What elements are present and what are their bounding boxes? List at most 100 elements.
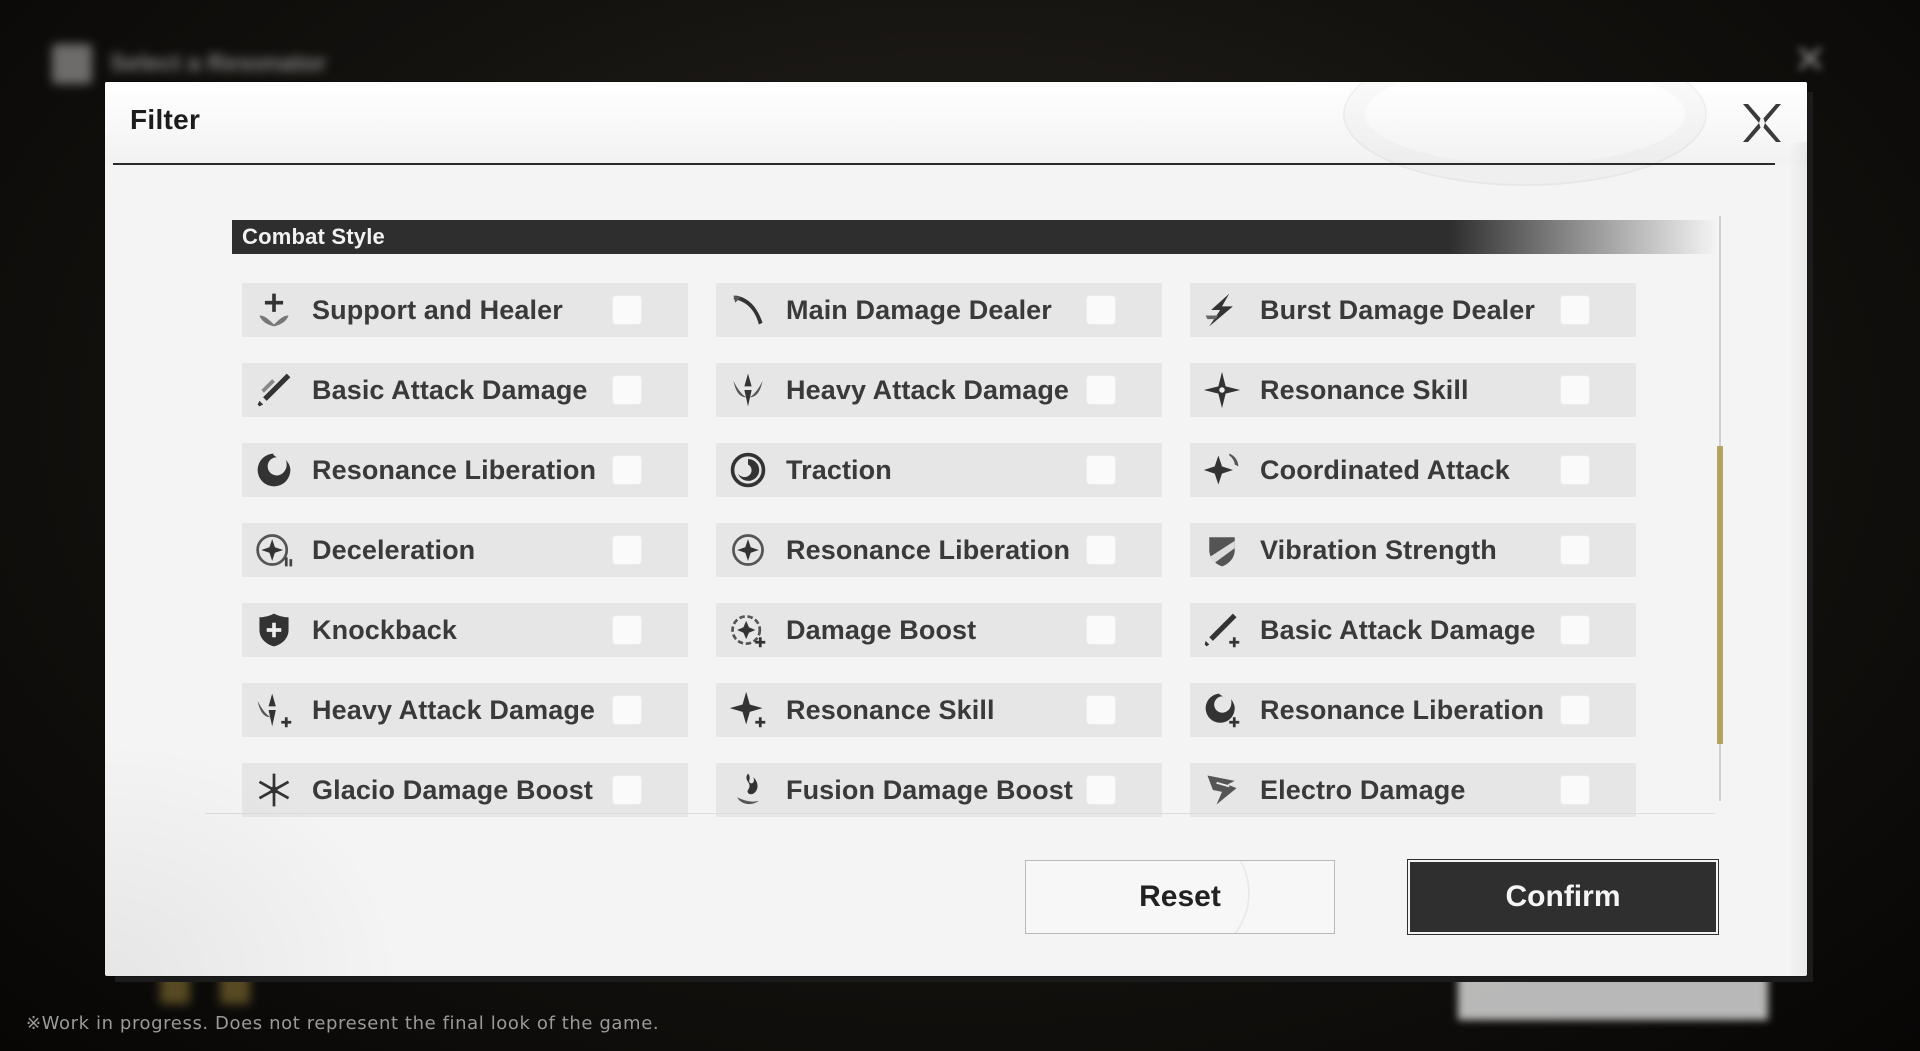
filter-option-label: Resonance Skill <box>1260 374 1469 405</box>
filter-option-checkbox[interactable] <box>1086 775 1116 805</box>
filter-option-checkbox[interactable] <box>612 375 642 405</box>
filter-option[interactable]: Support and Healer <box>242 283 688 337</box>
filter-option-label: Heavy Attack Damage <box>312 694 596 725</box>
filter-option[interactable]: Burst Damage Dealer <box>1190 283 1636 337</box>
footer-divider <box>205 813 1715 814</box>
filter-option[interactable]: Resonance Liberation <box>716 523 1162 577</box>
filter-option-label: Burst Damage Dealer <box>1260 294 1536 325</box>
filter-option-checkbox[interactable] <box>1560 775 1590 805</box>
filter-option-label: Vibration Strength <box>1260 534 1497 565</box>
filter-option-checkbox[interactable] <box>1560 615 1590 645</box>
filter-option-checkbox[interactable] <box>1086 375 1116 405</box>
filter-option[interactable]: Heavy Attack Damage <box>716 363 1162 417</box>
filter-option-checkbox[interactable] <box>1086 615 1116 645</box>
close-button[interactable] <box>1737 98 1787 148</box>
options-scroll-area[interactable]: Support and Healer Main Damage Dealer Burs… <box>232 257 1732 881</box>
filter-option[interactable]: Electro Damage <box>1190 763 1636 817</box>
deceleration-icon <box>252 528 296 572</box>
filter-option-checkbox[interactable] <box>612 535 642 565</box>
filter-option-label: Deceleration <box>312 534 476 565</box>
header-decoration <box>1343 82 1707 186</box>
filter-option[interactable]: Main Damage Dealer <box>716 283 1162 337</box>
header-divider <box>113 163 1775 165</box>
support-healer-icon <box>252 288 296 332</box>
fusion-icon <box>726 768 770 812</box>
filter-option-label: Heavy Attack Damage <box>786 374 1070 405</box>
filter-option-checkbox[interactable] <box>612 455 642 485</box>
filter-option-label: Electro Damage <box>1260 774 1466 805</box>
background-close-icon: ✕ <box>1793 38 1827 82</box>
filter-option[interactable]: Fusion Damage Boost <box>716 763 1162 817</box>
filter-option-checkbox[interactable] <box>1560 535 1590 565</box>
filter-option-checkbox[interactable] <box>612 295 642 325</box>
basic-attack-icon <box>252 368 296 412</box>
background-title-text: Select a Resonator <box>110 50 327 77</box>
filter-option-checkbox[interactable] <box>1086 295 1116 325</box>
heavy-attack-plus-icon <box>252 688 296 732</box>
burst-damage-icon <box>1200 288 1244 332</box>
filter-option[interactable]: Traction <box>716 443 1162 497</box>
filter-option-checkbox[interactable] <box>1560 295 1590 325</box>
filter-option-label: Traction <box>786 454 892 485</box>
filter-option-label: Main Damage Dealer <box>786 294 1052 325</box>
coordinated-attack-icon <box>1200 448 1244 492</box>
filter-option-checkbox[interactable] <box>612 615 642 645</box>
corner-texture <box>105 736 405 976</box>
filter-option-checkbox[interactable] <box>1086 455 1116 485</box>
basic-attack-plus-icon <box>1200 608 1244 652</box>
filter-option-label: Resonance Liberation <box>786 534 1071 565</box>
filter-option-label: Support and Healer <box>312 294 563 325</box>
resonance-liberation-icon <box>252 448 296 492</box>
confirm-button[interactable]: Confirm <box>1407 859 1719 935</box>
resonance-liberation-alt-icon <box>726 528 770 572</box>
resonance-skill-icon <box>1200 368 1244 412</box>
filter-option-label: Basic Attack Damage <box>1260 614 1536 645</box>
scrollbar-thumb[interactable] <box>1717 446 1723 744</box>
filter-option[interactable]: Heavy Attack Damage <box>242 683 688 737</box>
filter-option-label: Resonance Liberation <box>1260 694 1545 725</box>
heavy-attack-icon <box>726 368 770 412</box>
vibration-strength-icon <box>1200 528 1244 572</box>
filter-option[interactable]: Basic Attack Damage <box>242 363 688 417</box>
resonance-liberation-plus-icon <box>1200 688 1244 732</box>
filter-option-label: Basic Attack Damage <box>312 374 588 405</box>
filter-option[interactable]: Vibration Strength <box>1190 523 1636 577</box>
filter-option[interactable]: Knockback <box>242 603 688 657</box>
filter-option-checkbox[interactable] <box>612 775 642 805</box>
dialog-header: Filter <box>105 82 1807 186</box>
confirm-button-label: Confirm <box>1505 880 1621 913</box>
filter-option[interactable]: Basic Attack Damage <box>1190 603 1636 657</box>
reset-button[interactable]: Reset <box>1025 860 1335 934</box>
filter-option-checkbox[interactable] <box>1560 455 1590 485</box>
filter-option-checkbox[interactable] <box>1560 375 1590 405</box>
filter-option[interactable]: Resonance Skill <box>716 683 1162 737</box>
knockback-icon <box>252 608 296 652</box>
reset-button-label: Reset <box>1139 880 1221 913</box>
resonator-icon <box>52 44 92 84</box>
filter-option[interactable]: Coordinated Attack <box>1190 443 1636 497</box>
electro-icon <box>1200 768 1244 812</box>
filter-option[interactable]: Deceleration <box>242 523 688 577</box>
filter-option-label: Resonance Skill <box>786 694 995 725</box>
filter-option-label: Knockback <box>312 614 457 645</box>
close-icon <box>1743 104 1781 142</box>
damage-boost-icon <box>726 608 770 652</box>
disclaimer-text: ※Work in progress. Does not represent th… <box>26 1013 660 1034</box>
filter-option-checkbox[interactable] <box>1560 695 1590 725</box>
filter-option[interactable]: Resonance Liberation <box>242 443 688 497</box>
section-header-combat-style: Combat Style <box>232 220 1717 254</box>
filter-option[interactable]: Resonance Liberation <box>1190 683 1636 737</box>
filter-option[interactable]: Damage Boost <box>716 603 1162 657</box>
filter-option-checkbox[interactable] <box>1086 535 1116 565</box>
options-grid: Support and Healer Main Damage Dealer Burs… <box>242 283 1636 817</box>
filter-option-label: Resonance Liberation <box>312 454 597 485</box>
filter-option-label: Damage Boost <box>786 614 977 645</box>
dialog-title: Filter <box>130 104 201 135</box>
filter-option-checkbox[interactable] <box>612 695 642 725</box>
filter-dialog: Filter Combat Style Support and Healer Ma… <box>105 82 1807 976</box>
resonance-skill-plus-icon <box>726 688 770 732</box>
filter-option-label: Fusion Damage Boost <box>786 774 1073 805</box>
filter-option[interactable]: Resonance Skill <box>1190 363 1636 417</box>
filter-option-checkbox[interactable] <box>1086 695 1116 725</box>
filter-option-label: Coordinated Attack <box>1260 454 1510 485</box>
